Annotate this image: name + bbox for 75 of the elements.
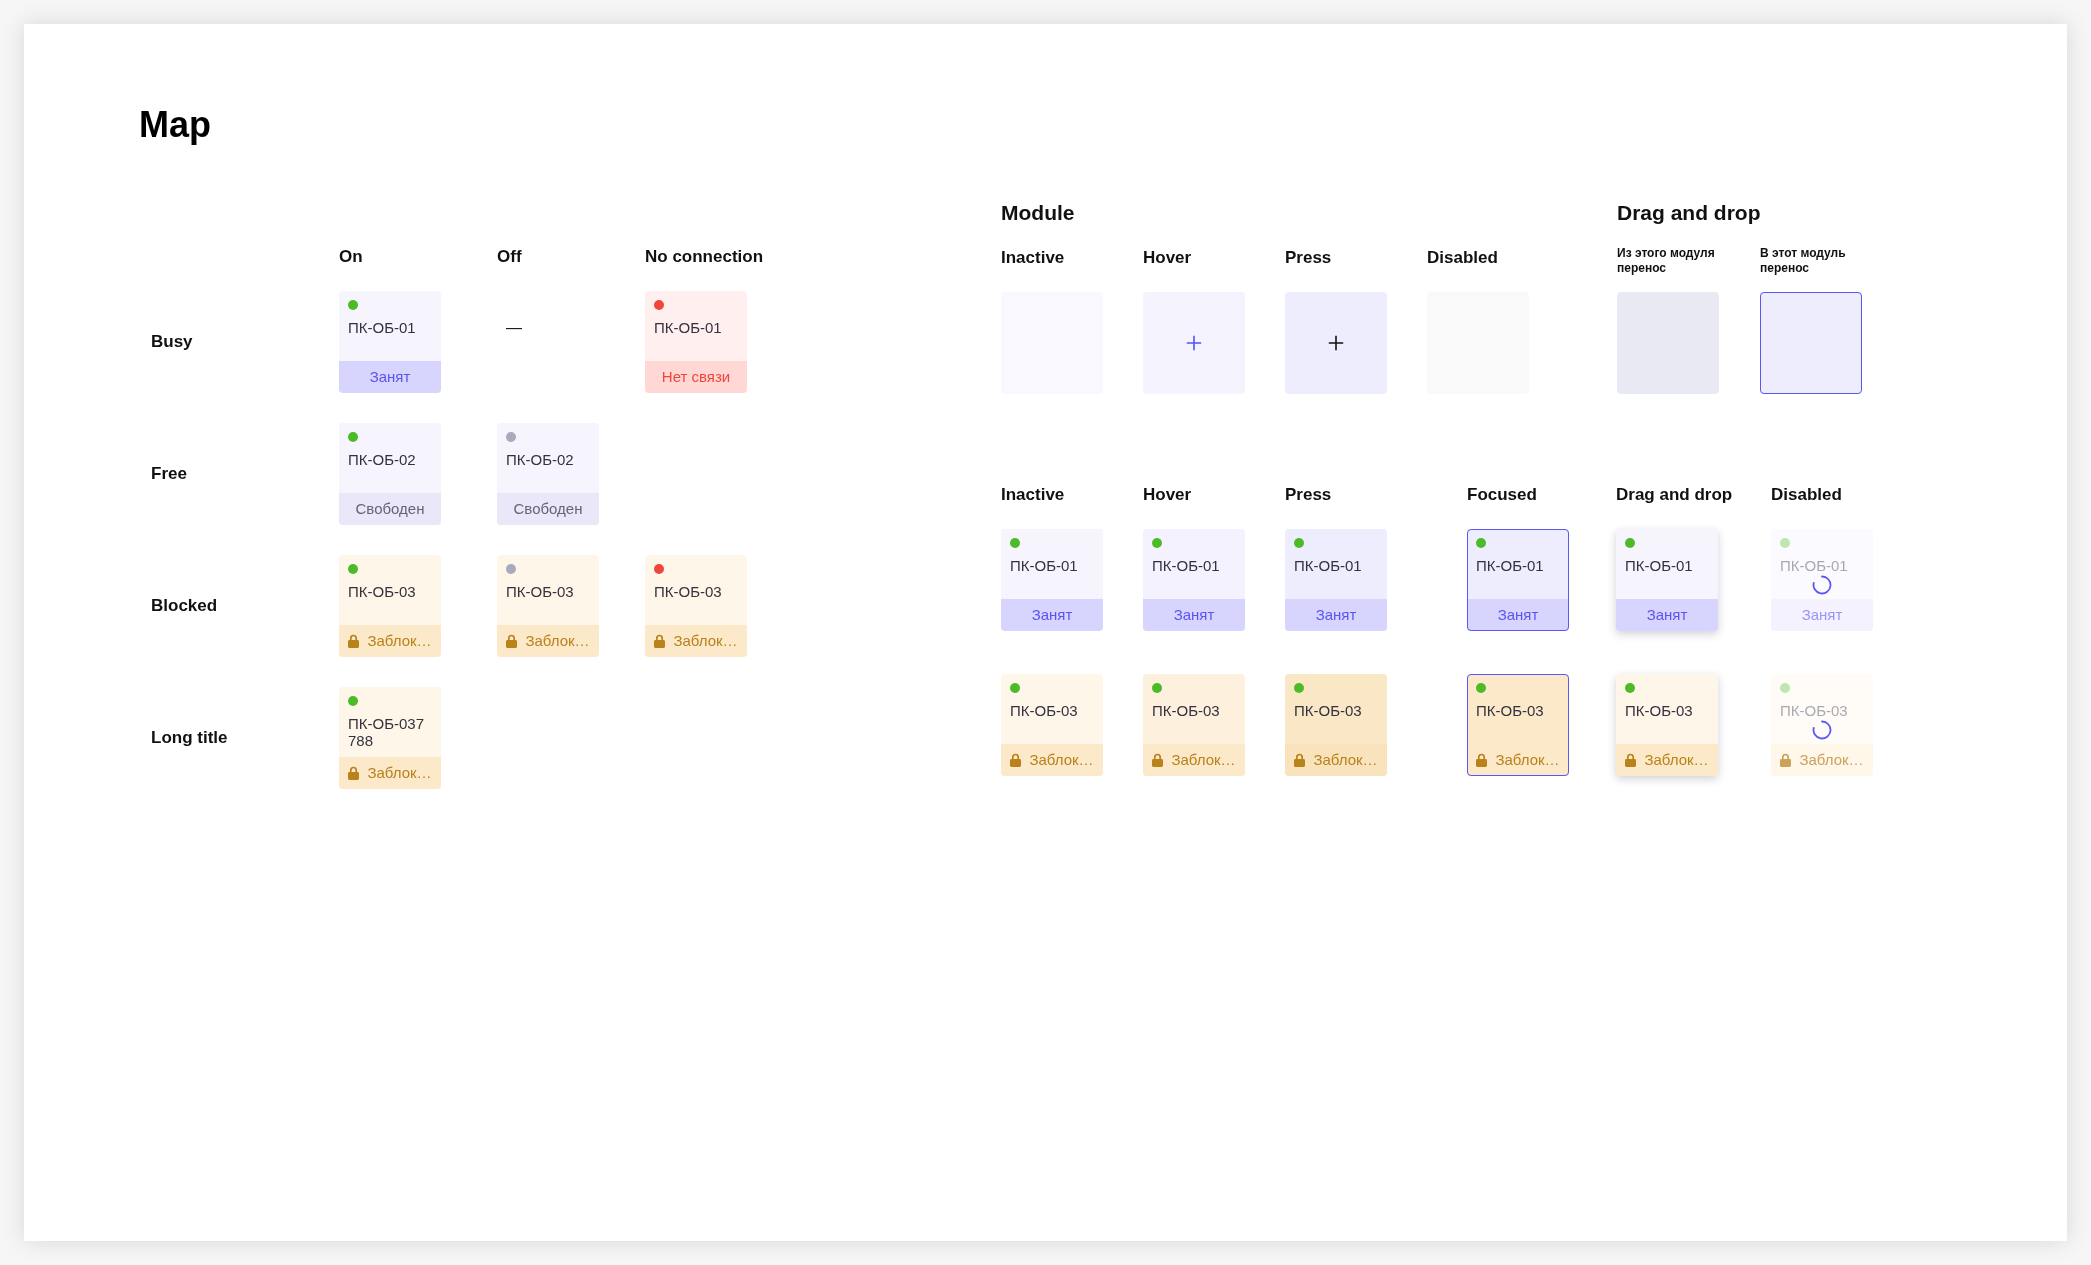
status-label: Заблок… [367,632,432,650]
column-header: Focused [1467,484,1537,506]
column-header: В этот модуль перенос [1760,246,1847,276]
device-title: ПК-ОБ-02 [348,451,416,468]
status-label: Заблок… [1495,751,1560,769]
lock-icon [1625,753,1637,767]
lock-icon [1010,753,1022,767]
column-header: Press [1285,247,1332,269]
status-label: Нет связи [661,368,731,386]
device-title: ПК-ОБ-03 [1152,702,1220,719]
lock-icon [1294,753,1306,767]
column-header: Hover [1143,484,1192,506]
section-heading: Module [1001,200,1075,226]
device-title: ПК-ОБ-03 [1476,702,1544,719]
status-label: Заблок… [1644,751,1709,769]
status-label: Занят [369,368,411,386]
lock-icon [654,634,666,648]
row-label: Long title [151,727,228,749]
status-label: Свободен [355,500,425,518]
device-title: ПК-ОБ-01 [1294,557,1362,574]
device-title: ПК-ОБ-01 [1152,557,1220,574]
row-label: Blocked [151,595,218,617]
device-title: ПК-ОБ-03 [1294,702,1362,719]
status-label: Заблок… [367,764,432,782]
column-header: No connection [645,246,764,268]
column-header: Off [497,246,522,268]
lock-icon [506,634,518,648]
status-label: Занят [1031,606,1073,624]
plus-icon [1328,335,1344,351]
device-title: ПК-ОБ-01 [348,319,416,336]
device-title: ПК-ОБ-02 [506,451,574,468]
page-title: Map [139,103,211,147]
device-title: ПК-ОБ-01 [1476,557,1544,574]
status-label: Занят [1646,606,1688,624]
status-label: Заблок… [1171,751,1236,769]
device-title: ПК-ОБ-037 788 [348,715,426,749]
device-title: ПК-ОБ-03 [654,583,722,600]
column-header: Из этого модуля перенос [1617,246,1716,276]
status-label: Заблок… [1313,751,1378,769]
column-header: Disabled [1771,484,1842,506]
column-header: Press [1285,484,1332,506]
device-title: ПК-ОБ-03 [1625,702,1693,719]
row-label: Free [151,463,187,485]
column-header: Hover [1143,247,1192,269]
device-title: ПК-ОБ-01 [1625,557,1693,574]
column-header: On [339,246,363,268]
section-heading: Drag and drop [1617,200,1761,226]
status-label: Заблок… [1029,751,1094,769]
status-label: Заблок… [1799,751,1864,769]
column-header: Drag and drop [1616,484,1733,506]
device-title: ПК-ОБ-03 [1780,702,1848,719]
lock-icon [1780,753,1792,767]
lock-icon [348,634,360,648]
device-title: ПК-ОБ-03 [1010,702,1078,719]
lock-icon [1476,753,1488,767]
status-label: Занят [1801,606,1843,624]
device-title: ПК-ОБ-03 [348,583,416,600]
status-label: Заблок… [673,632,738,650]
lock-icon [1152,753,1164,767]
status-label: Свободен [513,500,583,518]
device-title: ПК-ОБ-01 [1780,557,1848,574]
plus-icon [1186,335,1202,351]
status-label: Занят [1173,606,1215,624]
dash-text: — [506,319,522,337]
device-title: ПК-ОБ-01 [654,319,722,336]
status-label: Занят [1315,606,1357,624]
status-label: Заблок… [525,632,590,650]
column-header: Inactive [1001,247,1065,269]
device-title: ПК-ОБ-03 [506,583,574,600]
device-title: ПК-ОБ-01 [1010,557,1078,574]
column-header: Disabled [1427,247,1498,269]
status-label: Занят [1497,606,1539,624]
column-header: Inactive [1001,484,1065,506]
row-label: Busy [151,331,193,353]
lock-icon [348,766,360,780]
